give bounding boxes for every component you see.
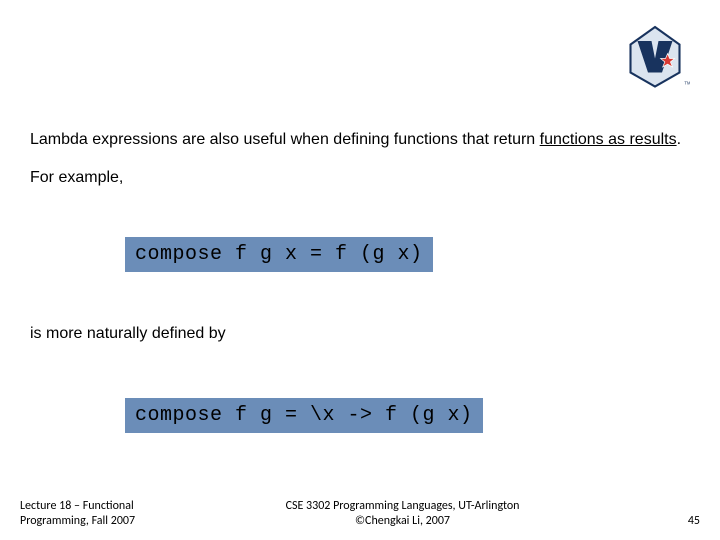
intro-paragraph: Lambda expressions are also useful when … bbox=[30, 130, 690, 151]
footer-center-line1: CSE 3302 Programming Languages, UT-Arlin… bbox=[286, 499, 520, 513]
page-number: 45 bbox=[670, 514, 700, 528]
slide-body: Lambda expressions are also useful when … bbox=[30, 130, 690, 478]
footer-center: CSE 3302 Programming Languages, UT-Arlin… bbox=[135, 499, 670, 528]
intro-period: . bbox=[677, 131, 681, 148]
mid-text: is more naturally defined by bbox=[30, 325, 690, 343]
footer-left-line2: Programming, Fall 2007 bbox=[20, 514, 135, 528]
intro-text-underlined: functions as results bbox=[540, 131, 677, 148]
footer-center-line2: ©Chengkai Li, 2007 bbox=[355, 514, 450, 528]
footer-left: Lecture 18 – Functional Programming, Fal… bbox=[20, 499, 135, 528]
slide-footer: Lecture 18 – Functional Programming, Fal… bbox=[20, 499, 700, 528]
code-block-2: compose f g = \x -> f (g x) bbox=[125, 398, 483, 433]
code-block-1: compose f g x = f (g x) bbox=[125, 237, 433, 272]
intro-text-plain: Lambda expressions are also useful when … bbox=[30, 131, 540, 148]
uta-logo: TM bbox=[620, 20, 690, 95]
for-example-text: For example, bbox=[30, 169, 690, 187]
svg-text:TM: TM bbox=[684, 80, 690, 85]
footer-left-line1: Lecture 18 – Functional bbox=[20, 499, 134, 513]
